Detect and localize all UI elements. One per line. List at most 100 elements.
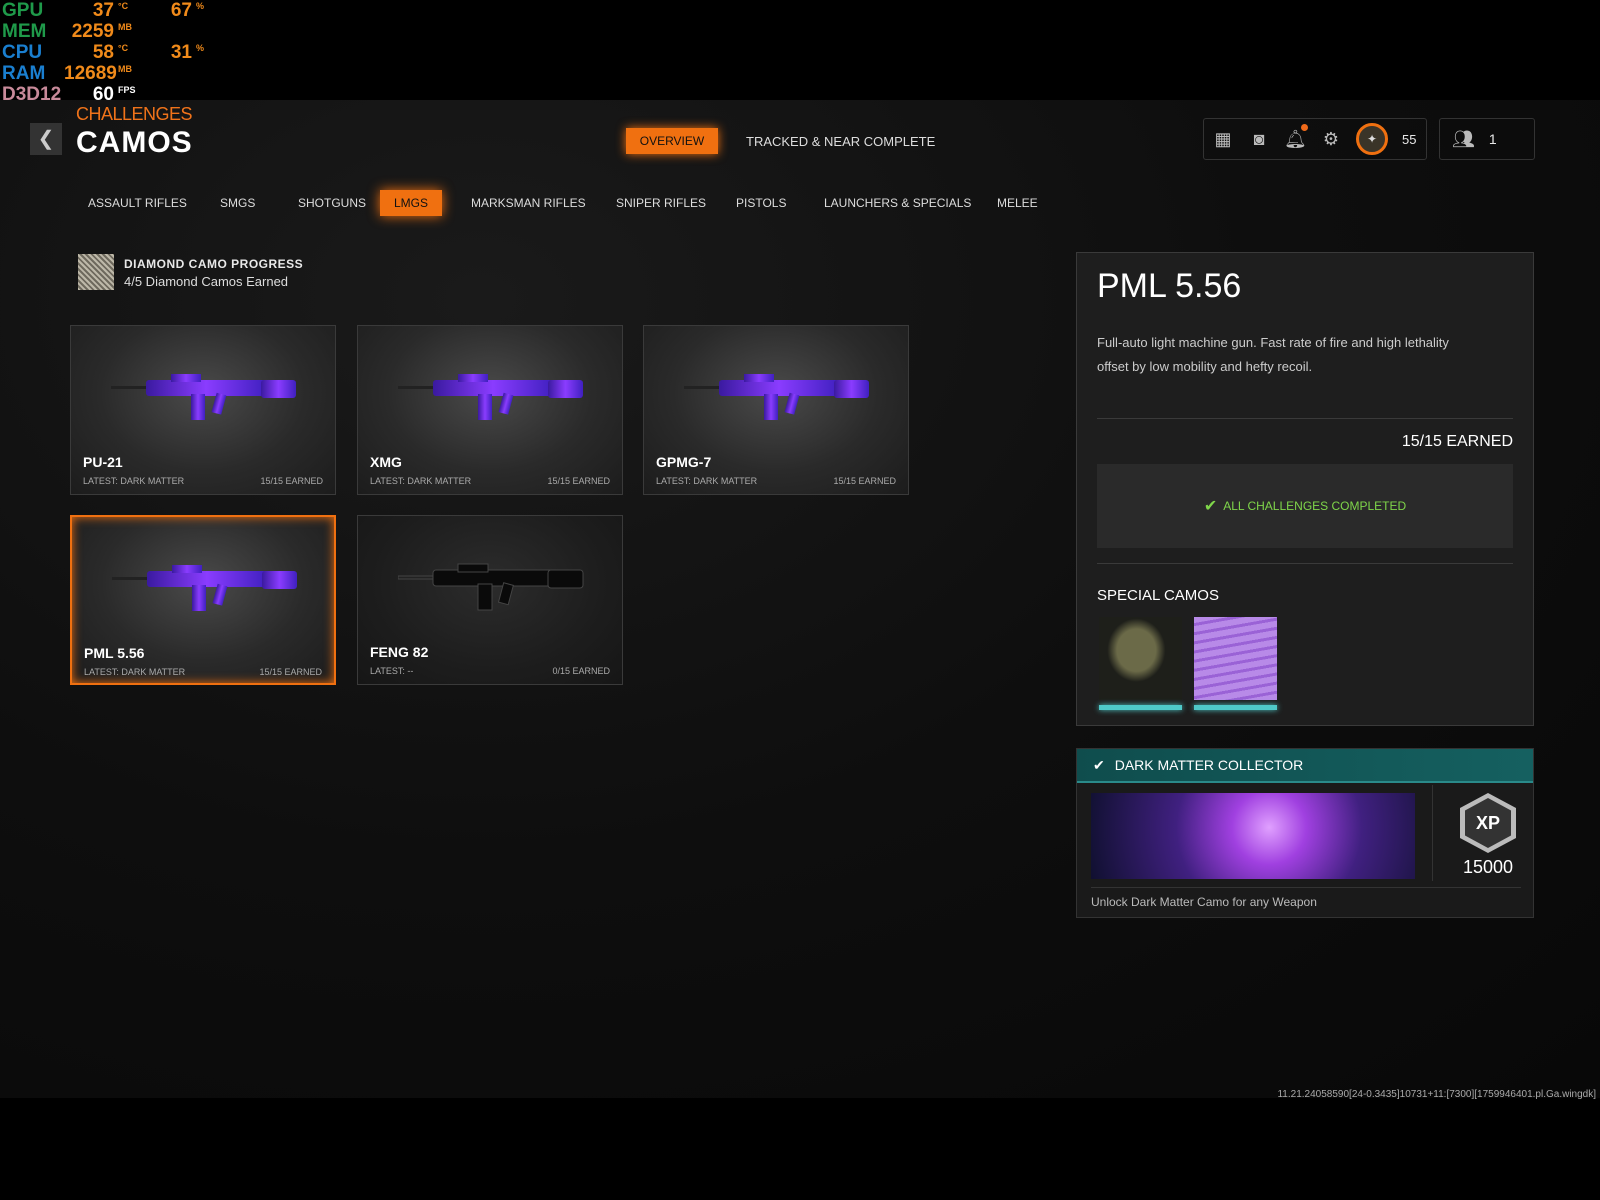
stat-unit: FPS — [118, 85, 136, 95]
collector-reward-image — [1091, 793, 1415, 879]
weapon-earned-count: 15/15 EARNED — [547, 476, 610, 486]
checkmark-icon: ✔ — [1203, 498, 1218, 515]
tab-lmgs[interactable]: LMGS — [380, 190, 443, 216]
weapon-card-feng-82[interactable]: FENG 82 LATEST: -- 0/15 EARNED — [357, 515, 623, 685]
player-level: 55 — [1402, 131, 1417, 147]
breadcrumb: CHALLENGES — [76, 104, 193, 124]
stat-label: MEM — [2, 21, 47, 42]
performance-overlay: GPU 37 °C 67% MEM 2259 MB CPU 58 °C 31% RAM 12689… — [2, 0, 232, 105]
notification-dot — [1301, 124, 1308, 131]
category-tabs: ASSAULT RIFLES SMGS SHOTGUNS LMGS MARKSM… — [0, 190, 1100, 216]
weapon-card-pu-21[interactable]: PU-21 LATEST: DARK MATTER 15/15 EARNED — [70, 325, 336, 495]
tab-sniper-rifles[interactable]: SNIPER RIFLES — [602, 190, 720, 216]
stat-label: RAM — [2, 63, 46, 84]
weapon-name: PU-21 — [83, 454, 123, 470]
weapon-image — [398, 556, 588, 616]
rank-emblem-icon[interactable]: ✦ — [1356, 123, 1388, 155]
weapon-earned-count: 15/15 EARNED — [259, 667, 322, 677]
diamond-progress-subtitle: 4/5 Diamond Camos Earned — [124, 274, 289, 289]
weapon-latest-camo: LATEST: -- — [370, 666, 414, 676]
grid-menu-icon[interactable]: ▦ — [1212, 128, 1234, 150]
weapon-card-pml-5-56[interactable]: PML 5.56 LATEST: DARK MATTER 15/15 EARNE… — [70, 515, 336, 685]
tab-assault-rifles[interactable]: ASSAULT RIFLES — [74, 190, 201, 216]
weapon-card-gpmg-7[interactable]: GPMG-7 LATEST: DARK MATTER 15/15 EARNED — [643, 325, 909, 495]
stat-unit: °C — [118, 1, 129, 11]
special-camo-tile[interactable] — [1194, 617, 1277, 700]
weapon-latest-camo: LATEST: DARK MATTER — [83, 476, 185, 486]
tab-shotguns[interactable]: SHOTGUNS — [284, 190, 380, 216]
collector-title: DARK MATTER COLLECTOR — [1114, 757, 1304, 773]
weapon-name: FENG 82 — [370, 644, 429, 660]
divider — [1091, 887, 1521, 888]
weapon-name: GPMG-7 — [656, 454, 712, 470]
bell-icon[interactable]: 🔔︎ — [1284, 124, 1308, 150]
weapon-earned-count: 15/15 EARNED — [260, 476, 323, 486]
weapon-earned-count: 0/15 EARNED — [552, 666, 610, 676]
tab-tracked[interactable]: TRACKED & NEAR COMPLETE — [746, 134, 935, 149]
special-camo-tile[interactable] — [1099, 617, 1182, 700]
party-button[interactable]: 👥︎ 1 — [1439, 118, 1535, 160]
stat-value: 12689 — [64, 63, 117, 84]
tab-pistols[interactable]: PISTOLS — [722, 190, 800, 216]
stat-value: 58 — [92, 42, 114, 63]
divider — [1097, 563, 1513, 564]
tab-marksman-rifles[interactable]: MARKSMAN RIFLES — [457, 190, 600, 216]
tab-melee[interactable]: MELEE — [983, 190, 1052, 216]
weapon-image — [111, 366, 301, 426]
weapon-image — [684, 366, 874, 426]
stat-value: 31 — [170, 42, 192, 63]
headset-chat-icon[interactable]: ◙ — [1248, 128, 1270, 150]
divider — [1432, 785, 1433, 881]
weapon-image — [112, 557, 302, 617]
stat-value: 60 — [92, 84, 114, 105]
detail-weapon-name: PML 5.56 — [1097, 267, 1242, 305]
challenges-status: ✔ ALL CHALLENGES COMPLETED — [1097, 464, 1513, 548]
xp-badge-label: XP — [1465, 798, 1511, 848]
weapon-latest-camo: LATEST: DARK MATTER — [656, 476, 758, 486]
collector-description: Unlock Dark Matter Camo for any Weapon — [1091, 895, 1317, 909]
special-camos-title: SPECIAL CAMOS — [1097, 587, 1219, 604]
weapon-image — [398, 366, 588, 426]
stat-unit: MB — [118, 22, 132, 32]
xp-reward: XP 15000 — [1445, 785, 1531, 878]
dark-matter-collector-card: ✔ DARK MATTER COLLECTOR XP 15000 Unlock … — [1076, 748, 1534, 918]
xp-badge-icon: XP — [1460, 793, 1516, 853]
party-icon: 👥︎ — [1452, 128, 1475, 149]
weapon-latest-camo: LATEST: DARK MATTER — [370, 476, 472, 486]
checkmark-icon: ✔ — [1093, 756, 1105, 773]
detail-earned-count: 15/15 EARNED — [1401, 433, 1513, 450]
stat-label: D3D12 — [2, 84, 62, 105]
stat-value: 67 — [170, 0, 192, 21]
weapon-latest-camo: LATEST: DARK MATTER — [84, 667, 186, 677]
weapon-name: PML 5.56 — [84, 645, 145, 661]
weapon-name: XMG — [370, 454, 402, 470]
tab-launchers-specials[interactable]: LAUNCHERS & SPECIALS — [810, 190, 985, 216]
xp-amount: 15000 — [1462, 857, 1514, 877]
camo-progress-bar — [1099, 705, 1182, 710]
tab-smgs[interactable]: SMGS — [206, 190, 269, 216]
stat-label: GPU — [2, 0, 44, 21]
stat-label: CPU — [2, 42, 43, 63]
camo-progress-bar — [1194, 705, 1277, 710]
detail-description: Full-auto light machine gun. Fast rate o… — [1097, 335, 1449, 374]
header-toolbar: ▦ ◙ 🔔︎ ⚙ ✦ 55 — [1203, 118, 1427, 160]
party-count: 1 — [1488, 131, 1497, 147]
stat-unit: % — [196, 43, 205, 53]
weapon-card-xmg[interactable]: XMG LATEST: DARK MATTER 15/15 EARNED — [357, 325, 623, 495]
collector-header: ✔ DARK MATTER COLLECTOR — [1077, 749, 1533, 783]
diamond-camo-icon — [78, 254, 114, 290]
back-button[interactable]: ❮ — [30, 123, 62, 155]
stat-value: 2259 — [71, 21, 114, 42]
page-title: CAMOS — [76, 126, 193, 159]
divider — [1097, 418, 1513, 419]
stat-unit: °C — [118, 43, 129, 53]
tab-overview[interactable]: OVERVIEW — [626, 128, 718, 154]
weapon-earned-count: 15/15 EARNED — [833, 476, 896, 486]
stat-unit: % — [196, 1, 205, 11]
stat-unit: MB — [118, 64, 132, 74]
build-version: 11.21.24058590[24-0.3435]10731+11:[7300]… — [1277, 1089, 1596, 1100]
diamond-progress-title: DIAMOND CAMO PROGRESS — [124, 257, 304, 271]
stat-value: 37 — [92, 0, 114, 21]
gear-icon[interactable]: ⚙ — [1320, 128, 1342, 150]
weapon-detail-panel: PML 5.56 Full-auto light machine gun. Fa… — [1076, 252, 1534, 726]
